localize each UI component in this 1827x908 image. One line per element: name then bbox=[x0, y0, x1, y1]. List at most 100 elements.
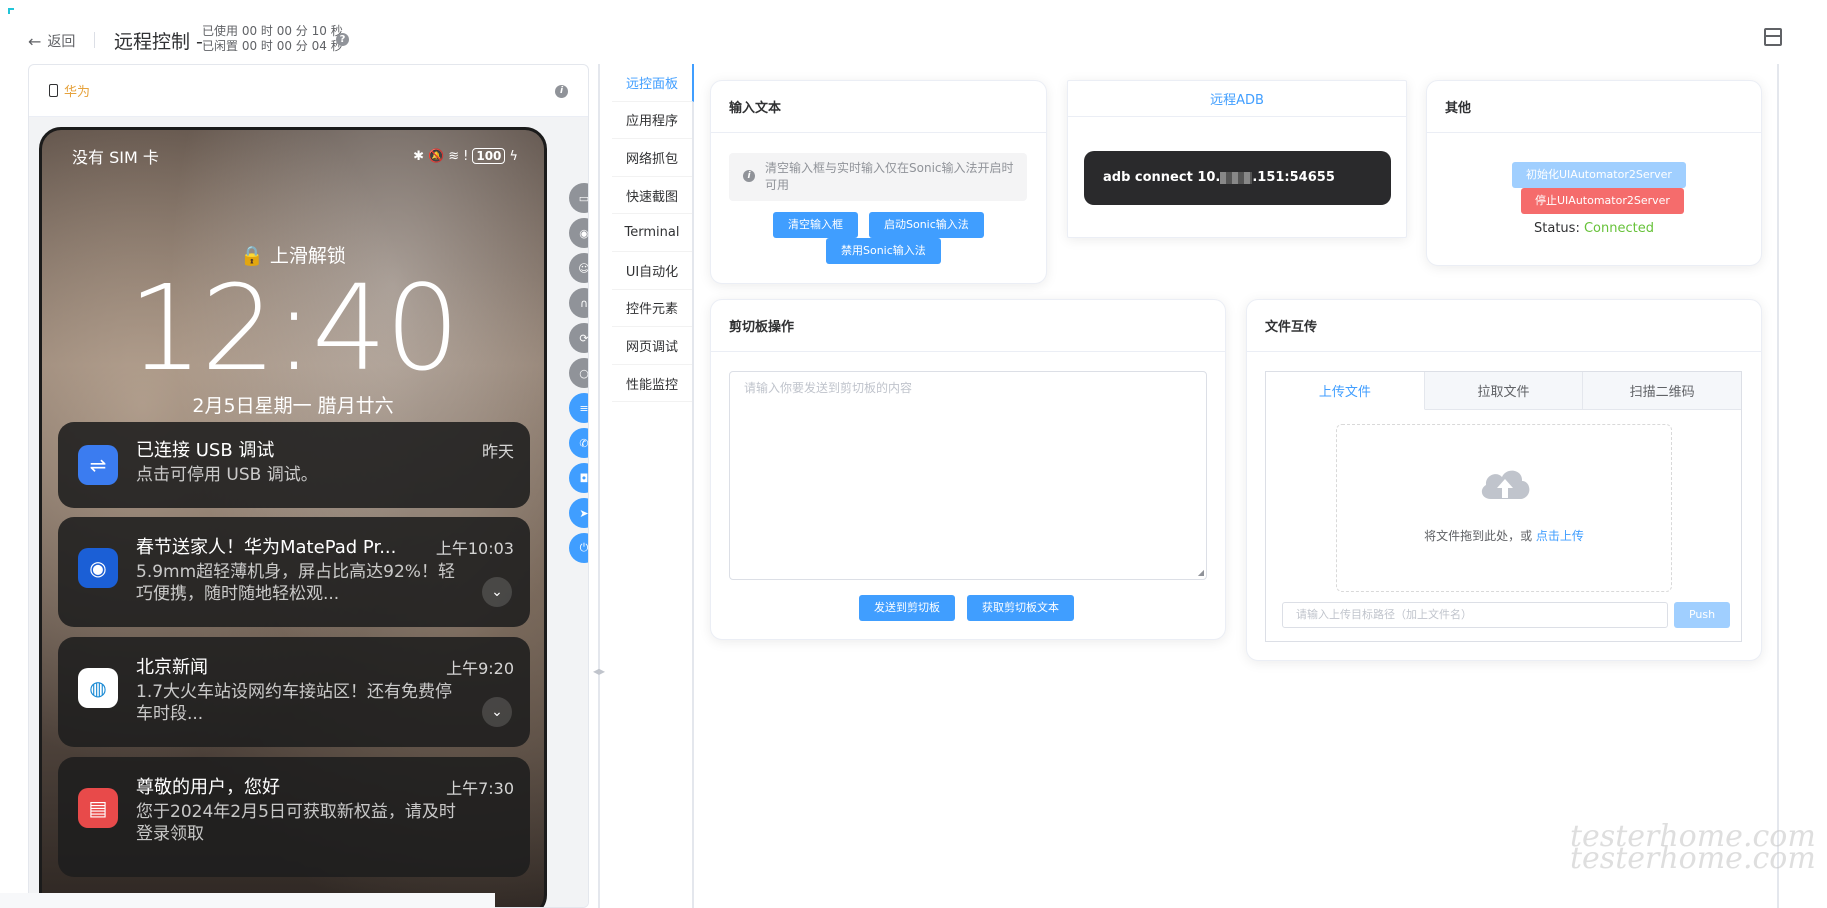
push-button[interactable]: Push bbox=[1674, 602, 1730, 628]
tab-remote-panel[interactable]: 远控面板 bbox=[612, 64, 694, 102]
upload-dropzone[interactable]: 将文件拖到此处，或 点击上传 bbox=[1336, 424, 1672, 592]
menu-icon[interactable]: ≡ bbox=[569, 393, 588, 423]
info-icon[interactable]: i bbox=[555, 85, 568, 98]
card-title: 远程ADB bbox=[1068, 81, 1406, 117]
notification-card[interactable]: ⇌ 已连接 USB 调试 昨天 点击可停用 USB 调试。 bbox=[58, 422, 530, 508]
upload-path-input[interactable]: 请输入上传目标路径（加上文件名） bbox=[1282, 602, 1668, 628]
status-label: Status: bbox=[1534, 221, 1580, 236]
notification-card[interactable]: ◉ 春节送家人！华为MatePad Pr... 上午10:03 5.9mm超轻薄… bbox=[58, 517, 530, 627]
uia2-status: Status: Connected bbox=[1427, 221, 1761, 236]
eye-icon[interactable]: ◉ bbox=[569, 218, 588, 248]
notification-time: 上午9:20 bbox=[446, 659, 514, 678]
bottom-strip bbox=[0, 893, 495, 908]
tab-pull-file[interactable]: 拉取文件 bbox=[1425, 372, 1584, 409]
get-clipboard-text-button[interactable]: 获取剪切板文本 bbox=[967, 595, 1074, 621]
tab-elements[interactable]: 控件元素 bbox=[612, 290, 692, 328]
path-placeholder: 请输入上传目标路径（加上文件名） bbox=[1296, 608, 1472, 621]
disable-sonic-ime-button[interactable]: 禁用Sonic输入法 bbox=[826, 238, 941, 264]
adb-connect-command[interactable]: adb connect 10. .151:54655 bbox=[1084, 151, 1391, 205]
send-icon[interactable]: ➤ bbox=[569, 498, 588, 528]
notification-body: 您于2024年2月5日可获取新权益，请及时登录领取 bbox=[136, 802, 456, 844]
used-time: 已使用 00 时 00 分 10 秒 bbox=[202, 24, 343, 38]
disable-sonic-ime-wrap: 禁用Sonic输入法 bbox=[826, 238, 941, 264]
clipboard-textarea[interactable]: 请输入你要发送到剪切板的内容 ◢ bbox=[729, 371, 1207, 580]
member-book-icon: ▤ bbox=[78, 788, 118, 828]
notification-time: 上午7:30 bbox=[446, 779, 514, 798]
tab-ui-automation[interactable]: UI自动化 bbox=[612, 252, 692, 290]
tab-web-debug[interactable]: 网页调试 bbox=[612, 327, 692, 365]
tab-screenshot[interactable]: 快速截图 bbox=[612, 177, 692, 215]
notification-title: 已连接 USB 调试 bbox=[136, 440, 275, 461]
device-brand: 华为 bbox=[64, 85, 91, 100]
resize-grip-icon[interactable]: ◢ bbox=[1198, 568, 1204, 577]
input-method-alert: i 清空输入框与实时输入仅在Sonic输入法开启时可用 bbox=[729, 153, 1027, 201]
notification-body: 1.7大火车站设网约车接站区！还有免费停车时段... bbox=[136, 682, 453, 724]
remote-adb-card: 远程ADB adb connect 10. .151:54655 bbox=[1067, 80, 1407, 238]
send-to-clipboard-button[interactable]: 发送到剪切板 bbox=[859, 595, 955, 621]
power-icon[interactable]: ⏻ bbox=[569, 533, 588, 563]
dropzone-text: 将文件拖到此处，或 点击上传 bbox=[1337, 527, 1671, 544]
carrier-text: 没有 SIM 卡 bbox=[72, 148, 159, 167]
tab-terminal[interactable]: Terminal bbox=[612, 214, 692, 252]
card-title: 输入文本 bbox=[711, 81, 1046, 133]
wifi-icon: ≋ bbox=[448, 148, 460, 164]
notification-title: 北京新闻 bbox=[136, 657, 208, 678]
tab-network-capture[interactable]: 网络抓包 bbox=[612, 139, 692, 177]
phone-call-icon[interactable]: ✆ bbox=[569, 428, 588, 458]
screen-record-icon[interactable]: ▭ bbox=[569, 183, 588, 213]
notification-time: 上午10:03 bbox=[435, 539, 514, 558]
drop-hint: 将文件拖到此处，或 bbox=[1424, 529, 1536, 543]
push-wrap: Push bbox=[1674, 602, 1730, 628]
top-bar: ← 返回 远程控制 - 已使用 00 时 00 分 10 秒 已闲置 00 时 … bbox=[0, 0, 1827, 64]
tab-upload-file[interactable]: 上传文件 bbox=[1266, 372, 1425, 410]
stop-uiautomator2-button[interactable]: 停止UIAutomator2Server bbox=[1521, 188, 1684, 214]
textarea-placeholder: 请输入你要发送到剪切板的内容 bbox=[744, 381, 913, 395]
lockscreen-date: 2月5日星期一 腊月廿六 bbox=[192, 395, 394, 417]
stop-uia2-wrap: 停止UIAutomator2Server bbox=[1521, 188, 1684, 214]
bluetooth-icon: ✱ bbox=[413, 148, 425, 164]
user-icon[interactable]: ☺ bbox=[569, 253, 588, 283]
tab-perf-monitor[interactable]: 性能监控 bbox=[612, 365, 692, 403]
panel-splitter[interactable] bbox=[592, 64, 602, 908]
help-icon[interactable]: ? bbox=[336, 33, 349, 46]
device-header: 华为 i bbox=[29, 65, 588, 117]
status-value: Connected bbox=[1583, 221, 1654, 236]
page-title: 远程控制 - bbox=[114, 31, 203, 53]
watermark: testerhome.com testerhome.com bbox=[1570, 822, 1816, 874]
notification-card[interactable]: ▤ 尊敬的用户，您好 上午7:30 您于2024年2月5日可获取新权益，请及时登… bbox=[58, 757, 530, 877]
chevron-down-icon[interactable]: ⌄ bbox=[482, 577, 512, 607]
phone-icon bbox=[49, 84, 58, 97]
news-globe-icon: ◍ bbox=[78, 668, 118, 708]
layout-toggle-icon[interactable] bbox=[1764, 28, 1782, 46]
chevron-down-icon[interactable]: ⌄ bbox=[482, 697, 512, 727]
side-tab-list: 远控面板 应用程序 网络抓包 快速截图 Terminal UI自动化 控件元素 … bbox=[612, 64, 694, 908]
redacted-ip-block bbox=[1220, 171, 1253, 184]
init-uiautomator2-button[interactable]: 初始化UIAutomator2Server bbox=[1512, 162, 1686, 188]
camera-icon[interactable]: ◘ bbox=[569, 463, 588, 493]
drag-handle-icon[interactable]: ◂▸ bbox=[593, 664, 607, 680]
click-upload-link[interactable]: 点击上传 bbox=[1536, 529, 1584, 543]
device-screen[interactable]: 没有 SIM 卡 ✱ 🔕 ≋ ! 100 ϟ 🔒 上滑解锁 12:40 2月5日… bbox=[39, 127, 547, 907]
clear-input-button[interactable]: 清空输入框 bbox=[773, 212, 858, 238]
enable-sonic-ime-wrap: 启动Sonic输入法 bbox=[869, 212, 984, 238]
search-icon[interactable]: ○ bbox=[569, 358, 588, 388]
card-title: 文件互传 bbox=[1247, 300, 1761, 352]
clipboard-card: 剪切板操作 请输入你要发送到剪切板的内容 ◢ 发送到剪切板 获取剪切板文本 bbox=[710, 299, 1226, 640]
tips-bulb-icon: ◉ bbox=[78, 548, 118, 588]
enable-sonic-ime-button[interactable]: 启动Sonic输入法 bbox=[869, 212, 984, 238]
session-timers: 已使用 00 时 00 分 10 秒 已闲置 00 时 00 分 04 秒 bbox=[202, 24, 343, 54]
notification-card[interactable]: ◍ 北京新闻 上午9:20 1.7大火车站设网约车接站区！还有免费停车时段...… bbox=[58, 637, 530, 747]
tab-apps[interactable]: 应用程序 bbox=[612, 102, 692, 140]
adb-command-prefix: adb connect 10. bbox=[1103, 170, 1221, 185]
send-clipboard-wrap: 发送到剪切板 bbox=[859, 595, 955, 621]
arrow-left-icon: ← bbox=[28, 31, 42, 51]
back-button[interactable]: ← 返回 bbox=[28, 31, 75, 51]
card-title: 剪切板操作 bbox=[711, 300, 1225, 352]
header-divider bbox=[94, 32, 95, 48]
status-icons: ✱ 🔕 ≋ ! 100 ϟ bbox=[413, 144, 518, 168]
charging-icon: ϟ bbox=[509, 148, 518, 164]
rotate-icon[interactable]: ⟳ bbox=[569, 323, 588, 353]
tab-scan-qrcode[interactable]: 扫描二维码 bbox=[1583, 372, 1741, 409]
headset-icon[interactable]: ∩ bbox=[569, 288, 588, 318]
notification-body: 5.9mm超轻薄机身，屏占比高达92%！轻巧便携，随时随地轻松观... bbox=[136, 562, 455, 604]
